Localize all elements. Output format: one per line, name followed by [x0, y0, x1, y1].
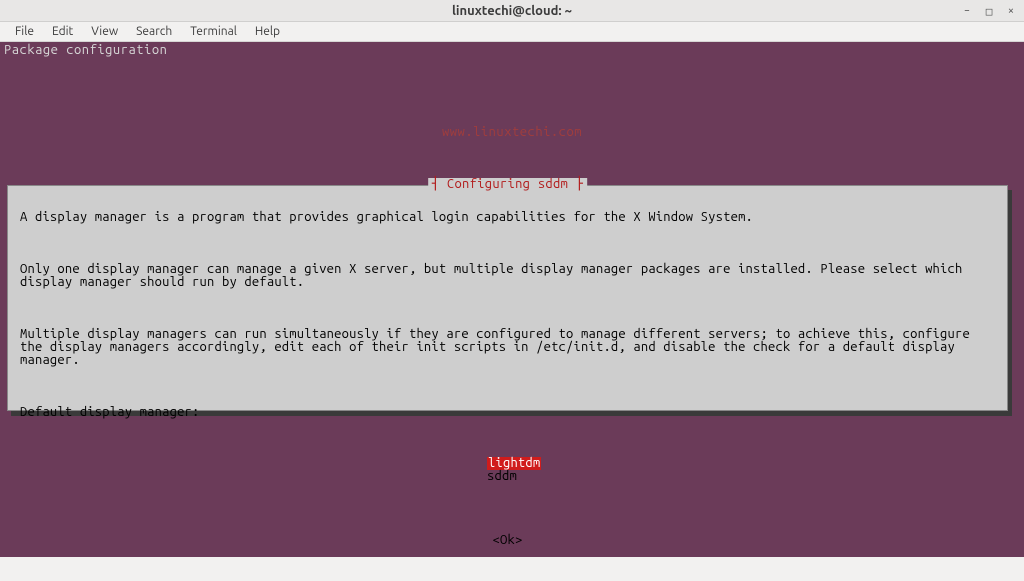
ok-button[interactable]: <Ok> — [493, 533, 523, 547]
menu-search[interactable]: Search — [127, 23, 181, 40]
dialog-title: ┤ Configuring sddm ├ — [428, 178, 588, 191]
titlebar: linuxtechi@cloud: ~ – □ × — [0, 0, 1024, 22]
close-button[interactable]: × — [1006, 6, 1016, 16]
option-sddm[interactable]: sddm — [487, 470, 995, 483]
menu-view[interactable]: View — [82, 23, 127, 40]
window-controls: – □ × — [962, 0, 1016, 22]
ok-button-row: <Ok> — [20, 534, 995, 547]
terminal-area[interactable]: Package configuration www.linuxtechi.com… — [0, 42, 1024, 557]
dialog-para1: A display manager is a program that prov… — [20, 211, 995, 224]
dialog-para2: Only one display manager can manage a gi… — [20, 263, 995, 289]
minimize-button[interactable]: – — [962, 6, 972, 16]
menu-edit[interactable]: Edit — [43, 23, 82, 40]
dialog-content: A display manager is a program that prov… — [8, 186, 1007, 581]
watermark-text: www.linuxtechi.com — [442, 126, 582, 139]
dialog-para3: Multiple display managers can run simult… — [20, 328, 995, 367]
menu-help[interactable]: Help — [246, 23, 289, 40]
terminal-header-text: Package configuration — [0, 42, 1024, 59]
menu-terminal[interactable]: Terminal — [181, 23, 246, 40]
maximize-button[interactable]: □ — [984, 6, 994, 16]
option-list: lightdm sddm — [487, 444, 995, 496]
config-dialog: ┤ Configuring sddm ├ A display manager i… — [7, 185, 1008, 411]
window-title: linuxtechi@cloud: ~ — [452, 4, 572, 18]
menu-file[interactable]: File — [6, 23, 43, 40]
dialog-title-text: Configuring sddm — [447, 177, 568, 191]
dialog-prompt: Default display manager: — [20, 406, 995, 419]
menubar: File Edit View Search Terminal Help — [0, 22, 1024, 42]
